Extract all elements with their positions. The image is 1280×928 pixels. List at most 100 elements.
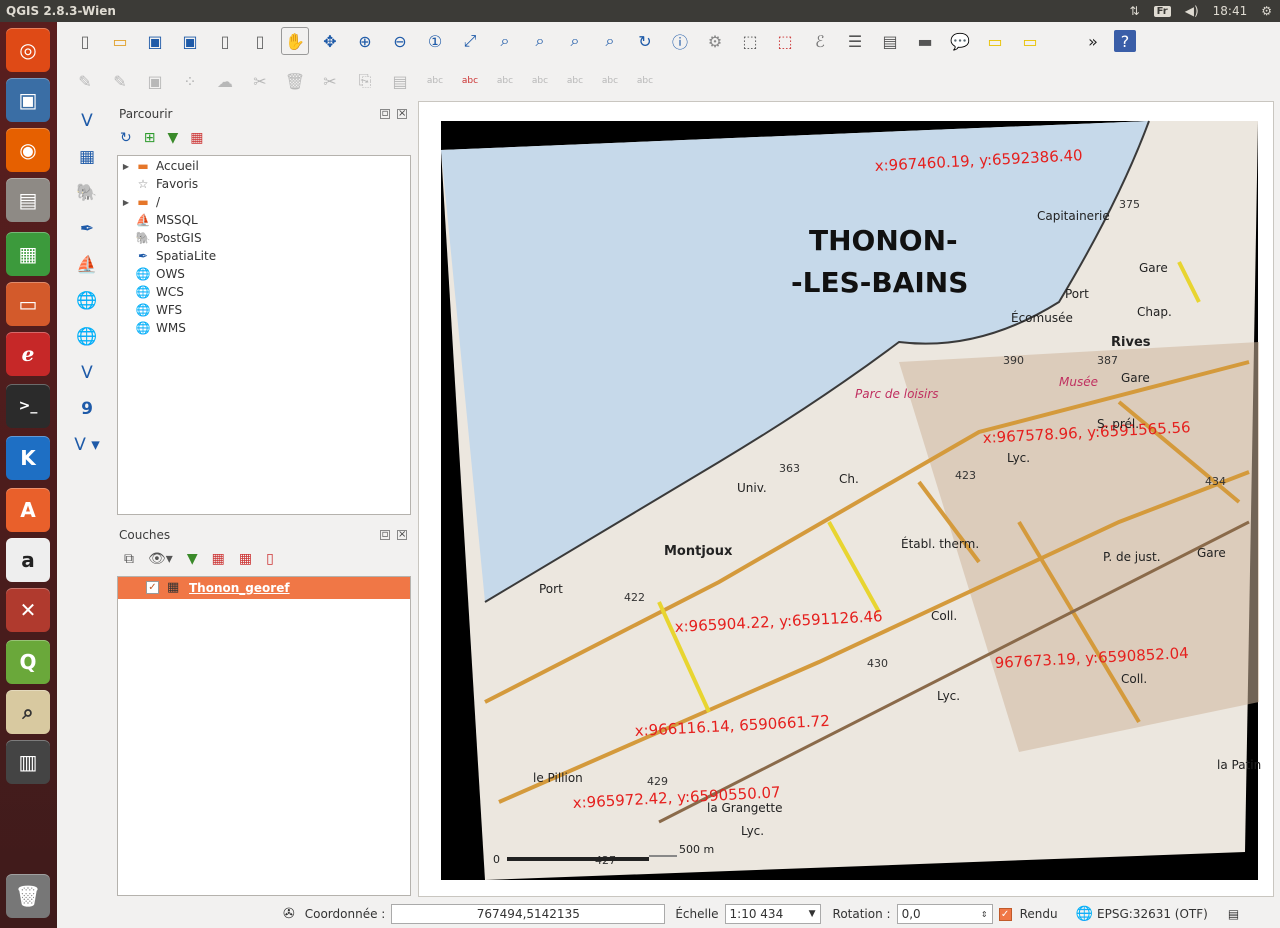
current-edits-icon[interactable]: ✎ <box>106 67 134 95</box>
delete-selected-icon[interactable]: 🗑 <box>281 67 309 95</box>
layer-visibility-checkbox[interactable]: ✓ <box>146 581 159 594</box>
rotation-spinbox[interactable]: 0,0 ⇕ <box>896 904 993 924</box>
image-viewer-icon[interactable]: ▣ <box>6 78 50 122</box>
refresh-icon[interactable]: ↻ <box>120 130 132 146</box>
filter-legend-icon[interactable]: ▼ <box>187 551 198 567</box>
layer-name[interactable]: Thonon_georef <box>189 581 290 595</box>
map-svg[interactable]: THONON- -LES-BAINS x:967460.19, y:659238… <box>419 102 1275 898</box>
expand-all-icon[interactable]: ▦ <box>212 551 225 567</box>
map-app-icon[interactable]: ⌕ <box>6 690 50 734</box>
toolbar-overflow-icon[interactable]: » <box>1079 27 1107 55</box>
terminal-icon[interactable]: >_ <box>6 384 50 428</box>
zoom-out-icon[interactable]: ⊖ <box>386 27 414 55</box>
map-canvas[interactable]: THONON- -LES-BAINS x:967460.19, y:659238… <box>418 101 1274 897</box>
add-postgis-layer-icon[interactable]: 🐘 <box>72 178 102 208</box>
toggle-editing-icon[interactable]: ✎ <box>71 67 99 95</box>
copy-features-icon[interactable]: ⎘ <box>351 67 379 95</box>
browser-item-root[interactable]: ▶ ▬ / <box>118 193 410 211</box>
label-tool-icon[interactable]: abc <box>421 67 449 95</box>
new-project-icon[interactable]: ▯ <box>71 27 99 55</box>
files-icon[interactable]: ▤ <box>6 178 50 222</box>
zoom-native-icon[interactable]: ① <box>421 27 449 55</box>
add-wms-layer-icon[interactable]: 🌐 <box>72 286 102 316</box>
pin-labels-icon[interactable]: abc <box>491 67 519 95</box>
manage-visibility-icon[interactable]: 👁▾ <box>148 551 173 567</box>
attribute-table-icon[interactable]: ☰ <box>841 27 869 55</box>
zoom-full-icon[interactable]: ⤢ <box>456 27 484 55</box>
move-feature-icon[interactable]: ☁ <box>211 67 239 95</box>
expand-arrow-icon[interactable]: ▶ <box>118 162 134 171</box>
save-as-icon[interactable]: ▣ <box>176 27 204 55</box>
node-tool-icon[interactable]: ✂ <box>246 67 274 95</box>
save-project-icon[interactable]: ▣ <box>141 27 169 55</box>
ubuntu-logo-icon[interactable]: ◎ <box>6 28 50 72</box>
settings-icon[interactable]: ✕ <box>6 588 50 632</box>
coordinate-field[interactable]: 767494,5142135 <box>391 904 666 924</box>
save-edits-icon[interactable]: ▣ <box>141 67 169 95</box>
zoom-next-icon[interactable]: ⌕ <box>596 27 624 55</box>
add-selected-icon[interactable]: ⊞ <box>144 130 156 146</box>
layers-float-icon[interactable]: ▫ <box>380 530 390 540</box>
add-vector-layer-icon[interactable]: V <box>72 106 102 136</box>
add-wfs-layer-icon[interactable]: V <box>72 358 102 388</box>
zoom-selection-icon[interactable]: ⌕ <box>491 27 519 55</box>
new-print-composer-icon[interactable]: ▯ <box>211 27 239 55</box>
browser-item-spatialite[interactable]: ✒ SpatiaLite <box>118 247 410 265</box>
crs-globe-icon[interactable]: 🌐 <box>1076 906 1093 922</box>
document-viewer-icon[interactable]: ℯ <box>6 332 50 376</box>
cut-features-icon[interactable]: ✂ <box>316 67 344 95</box>
help-icon[interactable]: ? <box>1114 30 1136 52</box>
new-shapefile-icon[interactable]: V ▾ <box>72 430 102 460</box>
pan-icon[interactable]: ✋ <box>281 27 309 55</box>
add-wcs-layer-icon[interactable]: 🌐 <box>72 322 102 352</box>
browser-item-wms[interactable]: 🌐 WMS <box>118 319 410 337</box>
keyboard-layout-indicator[interactable]: Fr <box>1153 5 1171 17</box>
change-label-icon[interactable]: abc <box>631 67 659 95</box>
action-icon[interactable]: ⚙ <box>701 27 729 55</box>
add-feature-icon[interactable]: ⁘ <box>176 67 204 95</box>
show-bookmarks-icon[interactable]: ▭ <box>1016 27 1044 55</box>
composer-manager-icon[interactable]: ▯ <box>246 27 274 55</box>
amazon-icon[interactable]: a <box>6 538 50 582</box>
browser-item-wcs[interactable]: 🌐 WCS <box>118 283 410 301</box>
browser-float-icon[interactable]: ▫ <box>380 109 390 119</box>
filter-icon[interactable]: ▼ <box>167 130 178 146</box>
zoom-in-icon[interactable]: ⊕ <box>351 27 379 55</box>
zoom-last-icon[interactable]: ⌕ <box>561 27 589 55</box>
spreadsheet-icon[interactable]: ▦ <box>6 232 50 276</box>
identify-icon[interactable]: ⓘ <box>666 27 694 55</box>
message-log-icon[interactable]: ▤ <box>1228 907 1239 921</box>
scale-combo[interactable]: 1:10 434 ▼ <box>724 904 821 924</box>
browser-item-mssql[interactable]: ⛵ MSSQL <box>118 211 410 229</box>
browser-close-icon[interactable]: × <box>397 109 407 119</box>
field-calculator-icon[interactable]: ℰ <box>806 27 834 55</box>
qgis-icon[interactable]: Q <box>6 640 50 684</box>
network-sort-icon[interactable]: ⇅ <box>1130 4 1140 18</box>
paste-features-icon[interactable]: ▤ <box>386 67 414 95</box>
clock[interactable]: 18:41 <box>1213 4 1248 18</box>
select-icon[interactable]: ⬚ <box>736 27 764 55</box>
power-gear-icon[interactable]: ⚙ <box>1261 4 1272 18</box>
firefox-icon[interactable]: ◉ <box>6 128 50 172</box>
messages-icon[interactable]: ✇ <box>283 906 295 922</box>
layer-labeling-icon[interactable]: abc <box>456 67 484 95</box>
refresh-icon[interactable]: ↻ <box>631 27 659 55</box>
add-delimited-text-icon[interactable]: 𝟵 <box>72 394 102 424</box>
move-label-icon[interactable]: abc <box>561 67 589 95</box>
rotate-label-icon[interactable]: abc <box>596 67 624 95</box>
add-group-icon[interactable]: ⧉ <box>124 551 134 567</box>
expand-arrow-icon[interactable]: ▶ <box>118 198 134 207</box>
add-raster-layer-icon[interactable]: ▦ <box>72 142 102 172</box>
show-hide-labels-icon[interactable]: abc <box>526 67 554 95</box>
k-icon[interactable]: K <box>6 436 50 480</box>
crs-label[interactable]: EPSG:32631 (OTF) <box>1097 907 1208 921</box>
browser-item-favoris[interactable]: ☆ Favoris <box>118 175 410 193</box>
remove-layer-icon[interactable]: ▯ <box>266 551 274 567</box>
render-checkbox[interactable]: ✓ <box>998 907 1012 921</box>
browser-item-ows[interactable]: 🌐 OWS <box>118 265 410 283</box>
collapse-all-layers-icon[interactable]: ▦ <box>239 551 252 567</box>
add-spatialite-layer-icon[interactable]: ✒ <box>72 214 102 244</box>
presentation-icon[interactable]: ▭ <box>6 282 50 326</box>
browser-item-accueil[interactable]: ▶ ▬ Accueil <box>118 157 410 175</box>
pan-to-selection-icon[interactable]: ✥ <box>316 27 344 55</box>
